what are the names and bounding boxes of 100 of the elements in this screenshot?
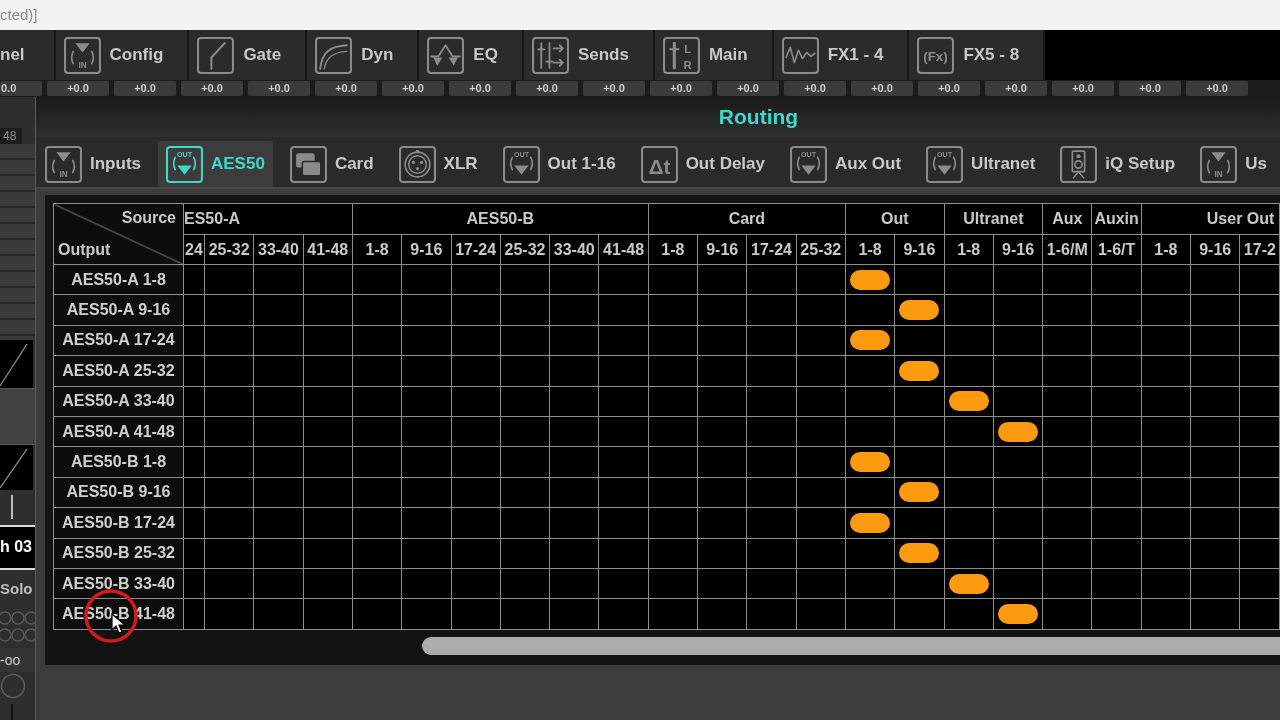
matrix-cell[interactable]: [1091, 568, 1142, 599]
matrix-cell[interactable]: [549, 416, 599, 447]
routing-tab[interactable]: iQ Setup: [1052, 141, 1184, 187]
matrix-cell[interactable]: [401, 568, 451, 599]
section-tab[interactable]: (Fx) FX5 - 8: [909, 30, 1046, 80]
gain-button[interactable]: +0.0: [985, 81, 1047, 96]
gain-button[interactable]: +0.0: [114, 81, 176, 96]
matrix-cell[interactable]: [1141, 416, 1191, 447]
matrix-cell[interactable]: [549, 568, 599, 599]
matrix-cell[interactable]: [697, 538, 747, 569]
gain-button[interactable]: +0.0: [47, 81, 109, 96]
matrix-cell[interactable]: [253, 568, 304, 599]
matrix-cell[interactable]: [352, 325, 402, 356]
matrix-cell[interactable]: [697, 386, 747, 417]
matrix-cell[interactable]: [1042, 386, 1092, 417]
matrix-cell[interactable]: [401, 477, 451, 508]
matrix-cell[interactable]: [1091, 264, 1142, 295]
matrix-cell[interactable]: [401, 325, 451, 356]
gain-button[interactable]: +0.0: [784, 81, 846, 96]
matrix-cell[interactable]: [500, 568, 550, 599]
matrix-cell[interactable]: [894, 568, 945, 599]
matrix-cell[interactable]: [796, 325, 846, 356]
gain-button[interactable]: +0.0: [516, 81, 578, 96]
matrix-cell[interactable]: [451, 386, 501, 417]
gain-button[interactable]: +0.0: [650, 81, 712, 96]
section-tab[interactable]: Gate: [189, 30, 308, 80]
matrix-cell[interactable]: [894, 325, 945, 356]
routing-tab[interactable]: OUT Aux Out: [782, 141, 910, 187]
matrix-cell[interactable]: [894, 538, 945, 569]
matrix-cell[interactable]: [1042, 538, 1092, 569]
section-tab[interactable]: IN Config: [55, 30, 190, 80]
matrix-cell[interactable]: [352, 538, 402, 569]
matrix-cell[interactable]: [1091, 325, 1142, 356]
matrix-cell[interactable]: [648, 568, 698, 599]
matrix-cell[interactable]: [894, 264, 945, 295]
matrix-cell[interactable]: [648, 416, 698, 447]
matrix-cell[interactable]: [1190, 568, 1240, 599]
matrix-cell[interactable]: [845, 264, 895, 295]
matrix-cell[interactable]: [549, 477, 599, 508]
matrix-cell[interactable]: [1141, 386, 1191, 417]
matrix-cell[interactable]: [303, 416, 353, 447]
matrix-cell[interactable]: [303, 538, 353, 569]
matrix-cell[interactable]: [401, 416, 451, 447]
matrix-cell[interactable]: [993, 325, 1043, 356]
matrix-cell[interactable]: [648, 264, 698, 295]
matrix-cell[interactable]: [1091, 477, 1142, 508]
matrix-cell[interactable]: [697, 325, 747, 356]
matrix-cell[interactable]: [1190, 416, 1240, 447]
matrix-cell[interactable]: [204, 477, 254, 508]
matrix-cell[interactable]: [648, 386, 698, 417]
matrix-cell[interactable]: [993, 264, 1043, 295]
matrix-cell[interactable]: [944, 538, 994, 569]
matrix-cell[interactable]: [993, 416, 1043, 447]
matrix-cell[interactable]: [451, 538, 501, 569]
matrix-cell[interactable]: [894, 386, 945, 417]
scrollbar-thumb[interactable]: [422, 636, 1280, 655]
matrix-cell[interactable]: [944, 264, 994, 295]
matrix-cell[interactable]: [648, 538, 698, 569]
matrix-cell[interactable]: [845, 386, 895, 417]
matrix-cell[interactable]: [352, 416, 402, 447]
matrix-cell[interactable]: [549, 538, 599, 569]
matrix-cell[interactable]: [1042, 568, 1092, 599]
matrix-cell[interactable]: [549, 325, 599, 356]
routing-tab[interactable]: IN Inputs: [37, 141, 149, 187]
gain-button[interactable]: +0.0: [851, 81, 913, 96]
routing-tab[interactable]: OUT Out 1-16: [494, 141, 624, 187]
routing-tab[interactable]: Δt Out Delay: [632, 141, 773, 187]
matrix-cell[interactable]: [1141, 264, 1191, 295]
matrix-cell[interactable]: [746, 538, 797, 569]
matrix-cell[interactable]: [845, 538, 895, 569]
matrix-cell[interactable]: [1141, 477, 1191, 508]
matrix-cell[interactable]: [401, 386, 451, 417]
matrix-cell[interactable]: [845, 568, 895, 599]
routing-tab[interactable]: OUT Ultranet: [918, 141, 1044, 187]
matrix-cell[interactable]: [1141, 325, 1191, 356]
matrix-cell[interactable]: [451, 416, 501, 447]
matrix-cell[interactable]: [500, 477, 550, 508]
gain-button[interactable]: +0.0: [181, 81, 243, 96]
matrix-cell[interactable]: [352, 386, 402, 417]
matrix-cell[interactable]: [1190, 538, 1240, 569]
matrix-cell[interactable]: [500, 386, 550, 417]
gain-button[interactable]: 0.0: [0, 81, 42, 96]
matrix-cell[interactable]: [598, 386, 649, 417]
matrix-cell[interactable]: [204, 325, 254, 356]
matrix-cell[interactable]: [401, 264, 451, 295]
matrix-cell[interactable]: [1190, 386, 1240, 417]
matrix-cell[interactable]: [598, 568, 649, 599]
matrix-cell[interactable]: [993, 477, 1043, 508]
fader-icon[interactable]: [10, 495, 14, 519]
matrix-cell[interactable]: [303, 477, 353, 508]
matrix-cell[interactable]: [598, 416, 649, 447]
matrix-cell[interactable]: [697, 477, 747, 508]
gain-button[interactable]: +0.0: [1052, 81, 1114, 96]
matrix-cell[interactable]: [944, 325, 994, 356]
matrix-cell[interactable]: [1042, 264, 1092, 295]
matrix-cell[interactable]: [451, 477, 501, 508]
matrix-cell[interactable]: [598, 325, 649, 356]
matrix-cell[interactable]: [500, 416, 550, 447]
matrix-cell[interactable]: [894, 416, 945, 447]
matrix-cell[interactable]: [1190, 477, 1240, 508]
